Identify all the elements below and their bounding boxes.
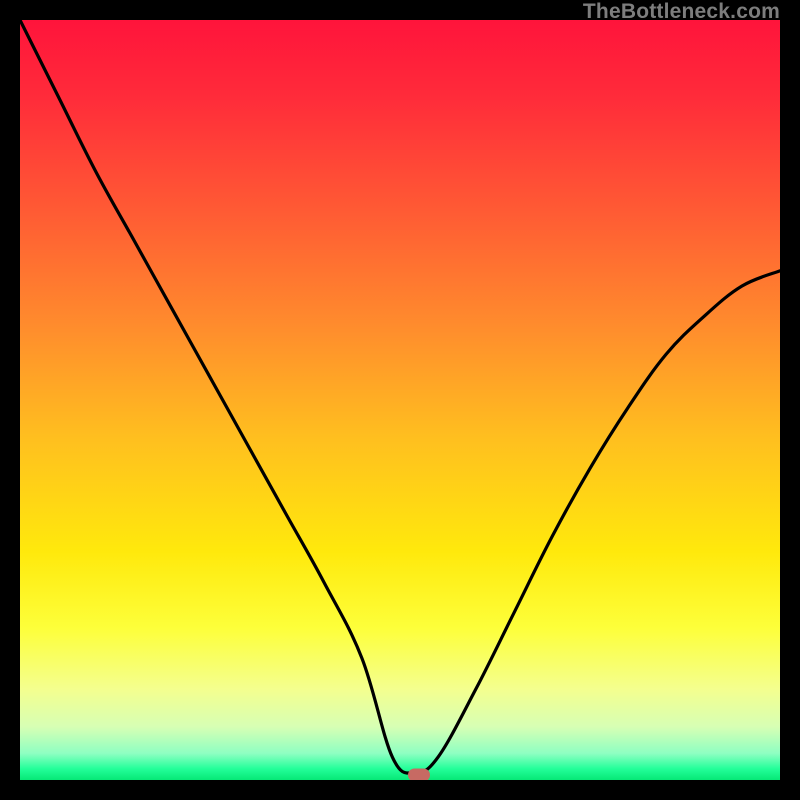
optimum-marker [408, 768, 430, 780]
chart-frame: TheBottleneck.com [0, 0, 800, 800]
bottleneck-curve [20, 20, 780, 780]
plot-area [20, 20, 780, 780]
watermark-text: TheBottleneck.com [583, 0, 780, 24]
